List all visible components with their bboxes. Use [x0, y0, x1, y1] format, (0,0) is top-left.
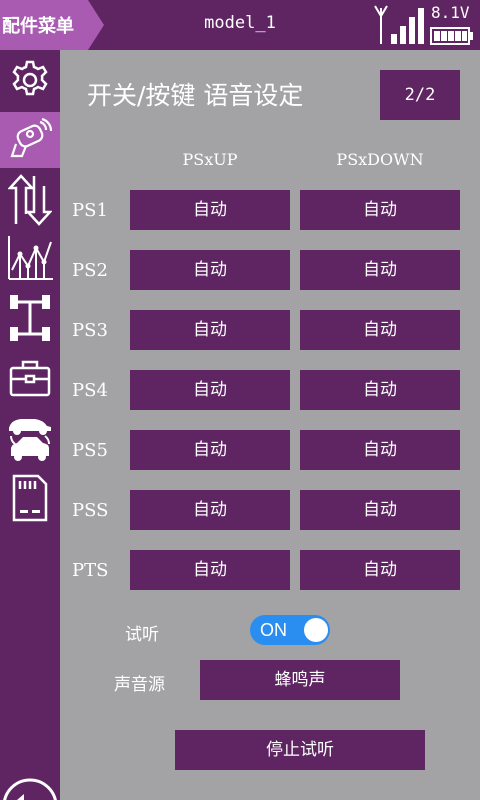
ps4-down-button[interactable]: 自动	[300, 370, 460, 410]
antenna-icon	[374, 5, 388, 44]
preview-toggle-state: ON	[260, 620, 287, 640]
row-label-ps1: PS1	[72, 200, 108, 221]
row-label-pts: PTS	[72, 560, 109, 581]
row-label-ps3: PS3	[72, 320, 108, 341]
gear-icon[interactable]	[4, 52, 56, 108]
menu-tag-label: 配件菜单	[2, 16, 74, 37]
back-button[interactable]	[2, 778, 58, 800]
row-label-ps5: PS5	[72, 440, 108, 461]
model-swap-icon[interactable]	[4, 410, 56, 466]
sd-card-icon[interactable]	[4, 470, 56, 526]
ps5-down-button[interactable]: 自动	[300, 430, 460, 470]
back-arrow-icon	[3, 778, 57, 800]
pts-down-button[interactable]: 自动	[300, 550, 460, 590]
battery-voltage: 8.1V	[431, 3, 470, 22]
row-label-ps2: PS2	[72, 260, 108, 281]
ps4-up-button[interactable]: 自动	[130, 370, 290, 410]
pss-up-button[interactable]: 自动	[130, 490, 290, 530]
column-header-down: PSxDOWN	[336, 150, 424, 169]
reverse-arrows-icon[interactable]	[4, 172, 56, 228]
ps2-up-button[interactable]: 自动	[130, 250, 290, 290]
pts-up-button[interactable]: 自动	[130, 550, 290, 590]
row-label-pss: PSS	[72, 500, 109, 521]
chassis-icon[interactable]	[4, 290, 56, 346]
menu-tag[interactable]: 配件菜单	[0, 0, 104, 50]
model-name: model_1	[204, 13, 276, 33]
main-panel: 开关/按键 语音设定 2/2 PSxUP PSxDOWN PS1 自动 自动 P…	[60, 50, 480, 800]
battery-icon	[430, 27, 473, 45]
sound-source-label: 声音源	[114, 675, 165, 695]
sidebar	[0, 50, 60, 800]
column-header-up: PSxUP	[182, 150, 238, 169]
sound-source-button[interactable]: 蜂鸣声	[200, 660, 400, 700]
ps2-down-button[interactable]: 自动	[300, 250, 460, 290]
ps3-down-button[interactable]: 自动	[300, 310, 460, 350]
row-label-ps4: PS4	[72, 380, 108, 401]
ps3-up-button[interactable]: 自动	[130, 310, 290, 350]
preview-label: 试听	[125, 625, 159, 645]
page-title: 开关/按键 语音设定	[87, 81, 304, 110]
transmitter-icon[interactable]	[0, 112, 60, 168]
stop-preview-button[interactable]: 停止试听	[175, 730, 425, 770]
toolbox-icon[interactable]	[4, 350, 56, 406]
toggle-knob	[304, 618, 328, 642]
signal-strength-icon	[391, 8, 424, 44]
curve-chart-icon[interactable]	[4, 230, 56, 286]
ps1-up-button[interactable]: 自动	[130, 190, 290, 230]
ps5-up-button[interactable]: 自动	[130, 430, 290, 470]
ps1-down-button[interactable]: 自动	[300, 190, 460, 230]
preview-toggle[interactable]: ON	[250, 615, 330, 645]
page-indicator-button[interactable]: 2/2	[380, 70, 460, 120]
pss-down-button[interactable]: 自动	[300, 490, 460, 530]
top-bar: 配件菜单 model_1 8.1V	[0, 0, 480, 50]
